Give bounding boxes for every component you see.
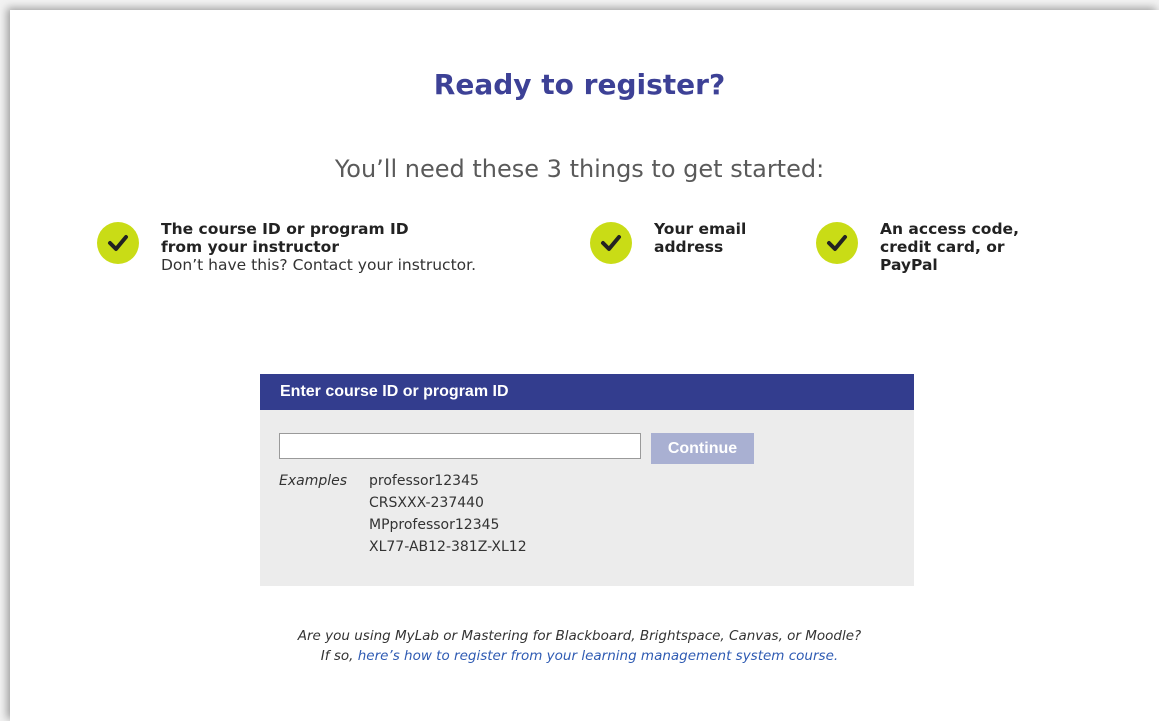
example-item: MPprofessor12345	[369, 517, 500, 533]
examples-label: Examples	[279, 473, 348, 489]
lms-footer: Are you using MyLab or Mastering for Bla…	[0, 626, 1159, 666]
continue-button[interactable]: Continue	[651, 433, 754, 464]
example-item: XL77-AB12-381Z-XL12	[369, 539, 527, 555]
subtitle: You’ll need these 3 things to get starte…	[334, 155, 825, 183]
requirement-title: Your email address	[654, 220, 747, 256]
page-frame	[10, 10, 1159, 721]
check-icon	[590, 222, 632, 264]
requirement-title: The course ID or program ID from your in…	[161, 220, 409, 256]
page-title: Ready to register?	[433, 68, 726, 101]
panel-header: Enter course ID or program ID	[260, 374, 914, 410]
course-id-panel: Enter course ID or program ID Continue E…	[260, 374, 914, 586]
lms-prefix: If so,	[320, 648, 358, 664]
course-id-input[interactable]	[279, 433, 641, 459]
requirement-note: Don’t have this? Contact your instructor…	[161, 256, 477, 274]
example-item: CRSXXX-237440	[369, 495, 484, 511]
example-item: professor12345	[369, 473, 479, 489]
examples-list: professor12345 CRSXXX-237440 MPprofessor…	[369, 473, 527, 558]
lms-line2: If so, here’s how to register from your …	[0, 646, 1159, 666]
requirement-email: Your email address	[590, 220, 746, 264]
requirement-course-id: The course ID or program ID from your in…	[97, 220, 476, 274]
lms-register-link[interactable]: here’s how to register from your learnin…	[358, 648, 838, 664]
lms-question: Are you using MyLab or Mastering for Bla…	[297, 628, 862, 644]
check-icon	[816, 222, 858, 264]
requirement-title: An access code, credit card, or PayPal	[880, 220, 1019, 274]
check-icon	[97, 222, 139, 264]
requirement-payment: An access code, credit card, or PayPal	[816, 220, 1019, 274]
